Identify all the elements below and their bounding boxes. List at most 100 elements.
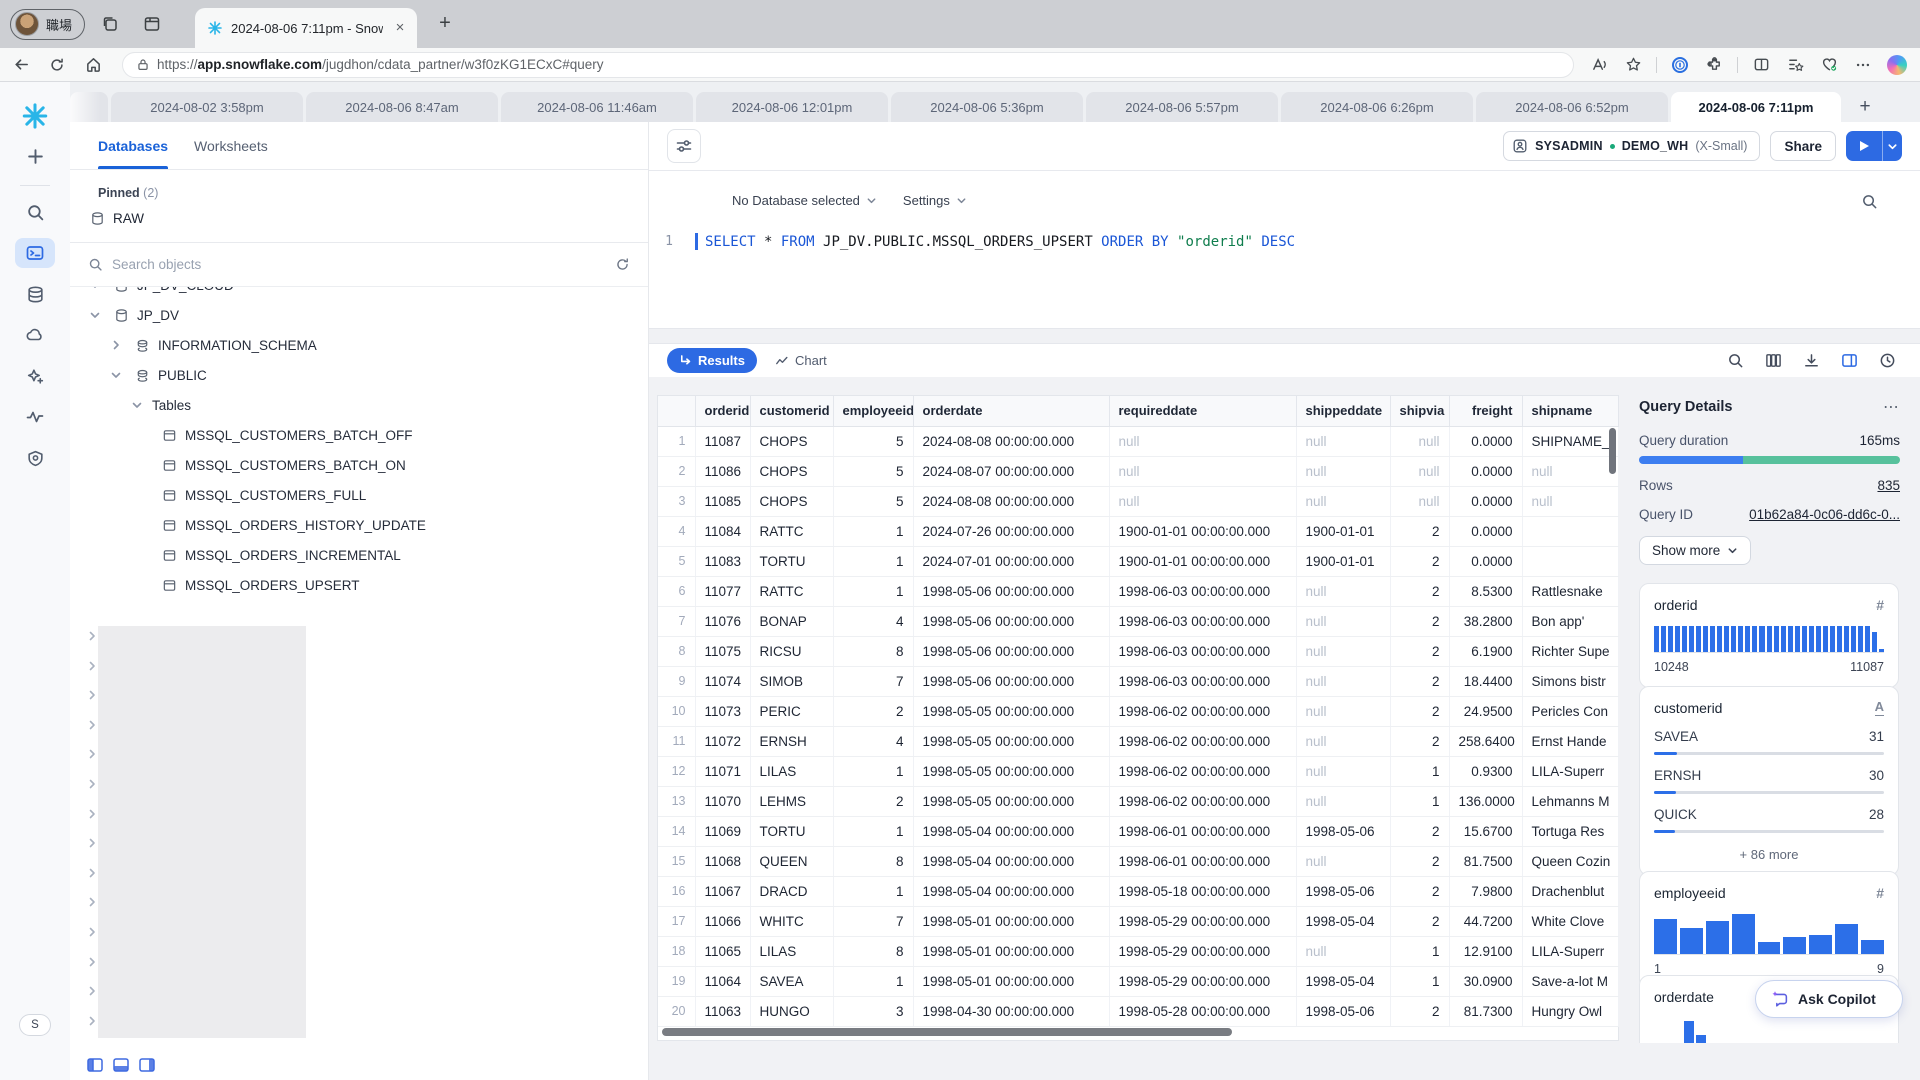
browser-essentials-icon[interactable] (1814, 52, 1844, 78)
snowflake-logo[interactable] (21, 102, 49, 130)
column-header-orderid[interactable]: orderid (695, 396, 750, 426)
query-details-menu-icon[interactable]: ⋯ (1883, 397, 1900, 417)
table-row[interactable]: 1811065LILAS81998-05-01 00:00:00.0001998… (658, 936, 1618, 966)
query-history-icon[interactable] (1879, 352, 1896, 369)
refresh-objects-icon[interactable] (615, 257, 630, 272)
column-header-customerid[interactable]: customerid (750, 396, 833, 426)
chevron-right-icon[interactable] (86, 748, 100, 762)
worksheet-tab[interactable]: 2024-08-06 6:26pm (1281, 92, 1473, 122)
table-row[interactable]: 1611067DRACD11998-05-04 00:00:00.0001998… (658, 876, 1618, 906)
run-play-icon[interactable] (1846, 131, 1882, 161)
chevron-right-icon[interactable] (86, 956, 100, 970)
worksheet-tab[interactable]: 2024-08-06 7:11pm (1671, 92, 1841, 122)
sidebar-tab-worksheets[interactable]: Worksheets (194, 122, 268, 169)
table-row[interactable]: 911074SIMOB71998-05-06 00:00:00.0001998-… (658, 666, 1618, 696)
chevron-right-icon[interactable] (86, 867, 100, 881)
worksheets-nav-icon[interactable] (15, 238, 55, 268)
show-more-button[interactable]: Show more (1639, 536, 1751, 565)
pane-resize-handle[interactable] (649, 328, 1920, 344)
worksheet-tab[interactable]: 2024-08-06 12:01pm (696, 92, 888, 122)
chevron-right-icon[interactable] (86, 926, 100, 940)
columns-icon[interactable] (1765, 352, 1782, 369)
tab-actions-icon[interactable] (135, 7, 169, 41)
refresh-icon[interactable] (42, 52, 72, 78)
column-stats-card-customerid[interactable]: customerid A SAVEA31 ERNSH30 QUICK28 + 8… (1639, 686, 1899, 876)
run-button[interactable] (1846, 131, 1902, 161)
table-row[interactable]: 211086CHOPS52024-08-07 00:00:00.000nulln… (658, 456, 1618, 486)
table-row[interactable]: 811075RICSU81998-05-06 00:00:00.0001998-… (658, 636, 1618, 666)
search-nav-icon[interactable] (15, 197, 55, 227)
tree-item-jp_dv[interactable]: JP_DV (70, 300, 648, 330)
worksheet-options-button[interactable] (667, 129, 701, 163)
password-manager-icon[interactable] (1665, 52, 1695, 78)
query-id-link[interactable]: 01b62a84-0c06-dd6c-0... (1749, 507, 1900, 522)
worksheet-tab-clipped[interactable] (70, 92, 108, 122)
tree-item-mssql_customers_full[interactable]: MSSQL_CUSTOMERS_FULL (70, 480, 648, 510)
chevron-right-icon[interactable] (86, 719, 100, 733)
chevron-down-icon[interactable] (130, 399, 144, 411)
back-icon[interactable] (6, 52, 36, 78)
favorite-star-icon[interactable] (1618, 52, 1648, 78)
chevron-right-icon[interactable] (86, 778, 100, 792)
table-row[interactable]: 511083TORTU12024-07-01 00:00:00.0001900-… (658, 546, 1618, 576)
side-panel-toggle-icon[interactable] (1841, 352, 1858, 369)
marketplace-nav-icon[interactable] (15, 320, 55, 350)
worksheet-tab[interactable]: 2024-08-06 5:36pm (891, 92, 1083, 122)
worksheet-tab[interactable]: 2024-08-06 5:57pm (1086, 92, 1278, 122)
table-row[interactable]: 1511068QUEEN81998-05-04 00:00:00.0001998… (658, 846, 1618, 876)
chevron-right-icon[interactable] (86, 808, 100, 822)
tree-item-information_schema[interactable]: INFORMATION_SCHEMA (70, 330, 648, 360)
share-button[interactable]: Share (1770, 131, 1836, 161)
table-row[interactable]: 1311070LEHMS21998-05-05 00:00:00.0001998… (658, 786, 1618, 816)
chevron-right-icon[interactable] (86, 896, 100, 910)
column-stats-card-orderid[interactable]: orderid # 10248 11087 (1639, 583, 1899, 688)
chevron-right-icon[interactable] (109, 339, 123, 351)
table-row[interactable]: 1411069TORTU11998-05-04 00:00:00.0001998… (658, 816, 1618, 846)
home-icon[interactable] (78, 52, 108, 78)
chevron-right-icon[interactable] (86, 985, 100, 999)
tree-item-public[interactable]: PUBLIC (70, 360, 648, 390)
column-stats-card-employeeid[interactable]: employeeid # 1 9 (1639, 871, 1899, 990)
chevron-right-icon[interactable] (86, 689, 100, 703)
table-row[interactable]: 1011073PERIC21998-05-05 00:00:00.0001998… (658, 696, 1618, 726)
table-row[interactable]: 1111072ERNSH41998-05-05 00:00:00.0001998… (658, 726, 1618, 756)
table-row[interactable]: 111087CHOPS52024-08-08 00:00:00.000nulln… (658, 426, 1618, 456)
tab-close-icon[interactable]: × (391, 19, 409, 37)
query-duration-bar[interactable] (1639, 456, 1900, 464)
user-avatar[interactable]: S (19, 1014, 51, 1036)
ask-copilot-button[interactable]: Ask Copilot (1755, 980, 1903, 1018)
chevron-down-icon[interactable] (88, 309, 102, 321)
copilot-icon[interactable] (1882, 52, 1912, 78)
worksheet-tab[interactable]: 2024-08-06 8:47am (306, 92, 498, 122)
governance-nav-icon[interactable] (15, 443, 55, 473)
column-header-shipname[interactable]: shipname (1522, 396, 1618, 426)
column-header-orderdate[interactable]: orderdate (913, 396, 1109, 426)
layout-right-panel-icon[interactable] (138, 1056, 156, 1074)
table-row[interactable]: 1911064SAVEA11998-05-01 00:00:00.0001998… (658, 966, 1618, 996)
chevron-right-icon[interactable] (86, 1015, 100, 1029)
data-nav-icon[interactable] (15, 279, 55, 309)
download-icon[interactable] (1803, 352, 1820, 369)
table-row[interactable]: 2011063HUNGO31998-04-30 00:00:00.0001998… (658, 996, 1618, 1026)
column-header-shipvia[interactable]: shipvia (1390, 396, 1449, 426)
results-tab[interactable]: Results (667, 348, 757, 373)
chart-tab[interactable]: Chart (775, 353, 827, 368)
tree-item-tables[interactable]: Tables (70, 390, 648, 420)
tree-item-mssql_orders_incremental[interactable]: MSSQL_ORDERS_INCREMENTAL (70, 540, 648, 570)
chevron-right-icon[interactable] (86, 660, 100, 674)
extensions-icon[interactable] (1699, 52, 1729, 78)
tree-item-mssql_orders_upsert[interactable]: MSSQL_ORDERS_UPSERT (70, 570, 648, 600)
sidebar-tab-databases[interactable]: Databases (98, 122, 168, 169)
chevron-right-icon[interactable] (86, 630, 100, 644)
new-worksheet-icon[interactable] (15, 141, 55, 171)
context-selector[interactable]: SYSADMIN DEMO_WH (X-Small) (1503, 131, 1760, 161)
worksheet-tab[interactable]: 2024-08-06 6:52pm (1476, 92, 1668, 122)
table-row[interactable]: 711076BONAP41998-05-06 00:00:00.0001998-… (658, 606, 1618, 636)
sql-statement[interactable]: SELECT * FROM JP_DV.PUBLIC.MSSQL_ORDERS_… (705, 234, 1295, 250)
table-row[interactable]: 411084RATTC12024-07-26 00:00:00.0001900-… (658, 516, 1618, 546)
table-row[interactable]: 1211071LILAS11998-05-05 00:00:00.0001998… (658, 756, 1618, 786)
layout-bottom-panel-icon[interactable] (112, 1056, 130, 1074)
table-row[interactable]: 1711066WHITC71998-05-01 00:00:00.0001998… (658, 906, 1618, 936)
sql-editor[interactable]: No Database selected Settings 1 (649, 171, 1920, 328)
browser-menu-icon[interactable] (1848, 52, 1878, 78)
